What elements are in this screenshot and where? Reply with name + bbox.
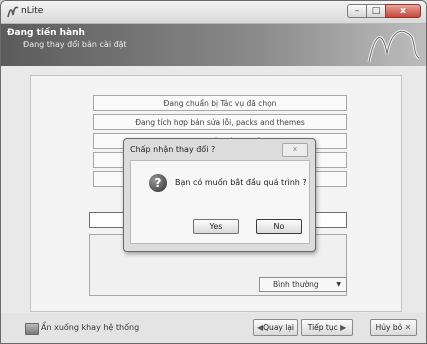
back-button[interactable]: ◀Quay lại xyxy=(253,319,298,336)
chevron-down-icon: ▼ xyxy=(336,281,341,288)
nlite-window: nLite – □ x Đang tiến hành Đang thay đổi… xyxy=(0,0,427,344)
yes-button[interactable]: Yes xyxy=(193,219,239,234)
maximize-button[interactable]: □ xyxy=(366,4,386,18)
tray-icon[interactable] xyxy=(25,323,39,335)
no-button[interactable]: No xyxy=(256,219,302,234)
page-title: Đang tiến hành xyxy=(7,28,85,38)
close-button[interactable]: x xyxy=(385,4,421,18)
wizard-header: Đang tiến hành Đang thay đổi bản cài đặt xyxy=(1,24,426,66)
next-arrow-icon: ▶ xyxy=(340,323,347,332)
cancel-label: Hủy bỏ xyxy=(375,323,403,332)
footer-bar: Ẩn xuống khay hệ thống ◀Quay lại Tiếp tụ… xyxy=(1,313,426,343)
next-button[interactable]: Tiếp tục ▶ xyxy=(301,319,353,336)
speed-select-value: Bình thường xyxy=(273,280,319,289)
back-label: Quay lại xyxy=(263,323,294,332)
speed-select[interactable]: Bình thường ▼ xyxy=(259,277,347,292)
window-title: nLite xyxy=(21,6,44,16)
tray-link[interactable]: Ẩn xuống khay hệ thống xyxy=(41,323,139,332)
dialog-close-button[interactable]: x xyxy=(282,143,308,157)
nlite-logo-icon xyxy=(367,30,421,63)
question-icon: ? xyxy=(149,174,167,192)
next-label: Tiếp tục xyxy=(307,323,338,332)
dialog-title: Chấp nhận thay đổi ? xyxy=(130,145,216,154)
task-item: Đang tích hợp bản sửa lỗi, packs and the… xyxy=(93,114,347,130)
minimize-button[interactable]: – xyxy=(347,4,367,18)
title-bar: nLite – □ x xyxy=(1,1,426,24)
nlite-app-icon xyxy=(7,6,19,18)
confirm-dialog: Chấp nhận thay đổi ? x ? Bạn có muốn bắt… xyxy=(123,138,316,252)
cancel-button[interactable]: Hủy bỏ ✕ xyxy=(370,319,417,336)
task-item: Đang chuẩn bị Tác vụ đã chọn xyxy=(93,95,347,111)
dialog-body: ? Bạn có muốn bắt đầu quá trình ? Yes No xyxy=(130,160,310,244)
dialog-message: Bạn có muốn bắt đầu quá trình ? xyxy=(175,178,307,187)
close-icon: ✕ xyxy=(404,323,412,332)
page-subtitle: Đang thay đổi bản cài đặt xyxy=(23,40,127,49)
